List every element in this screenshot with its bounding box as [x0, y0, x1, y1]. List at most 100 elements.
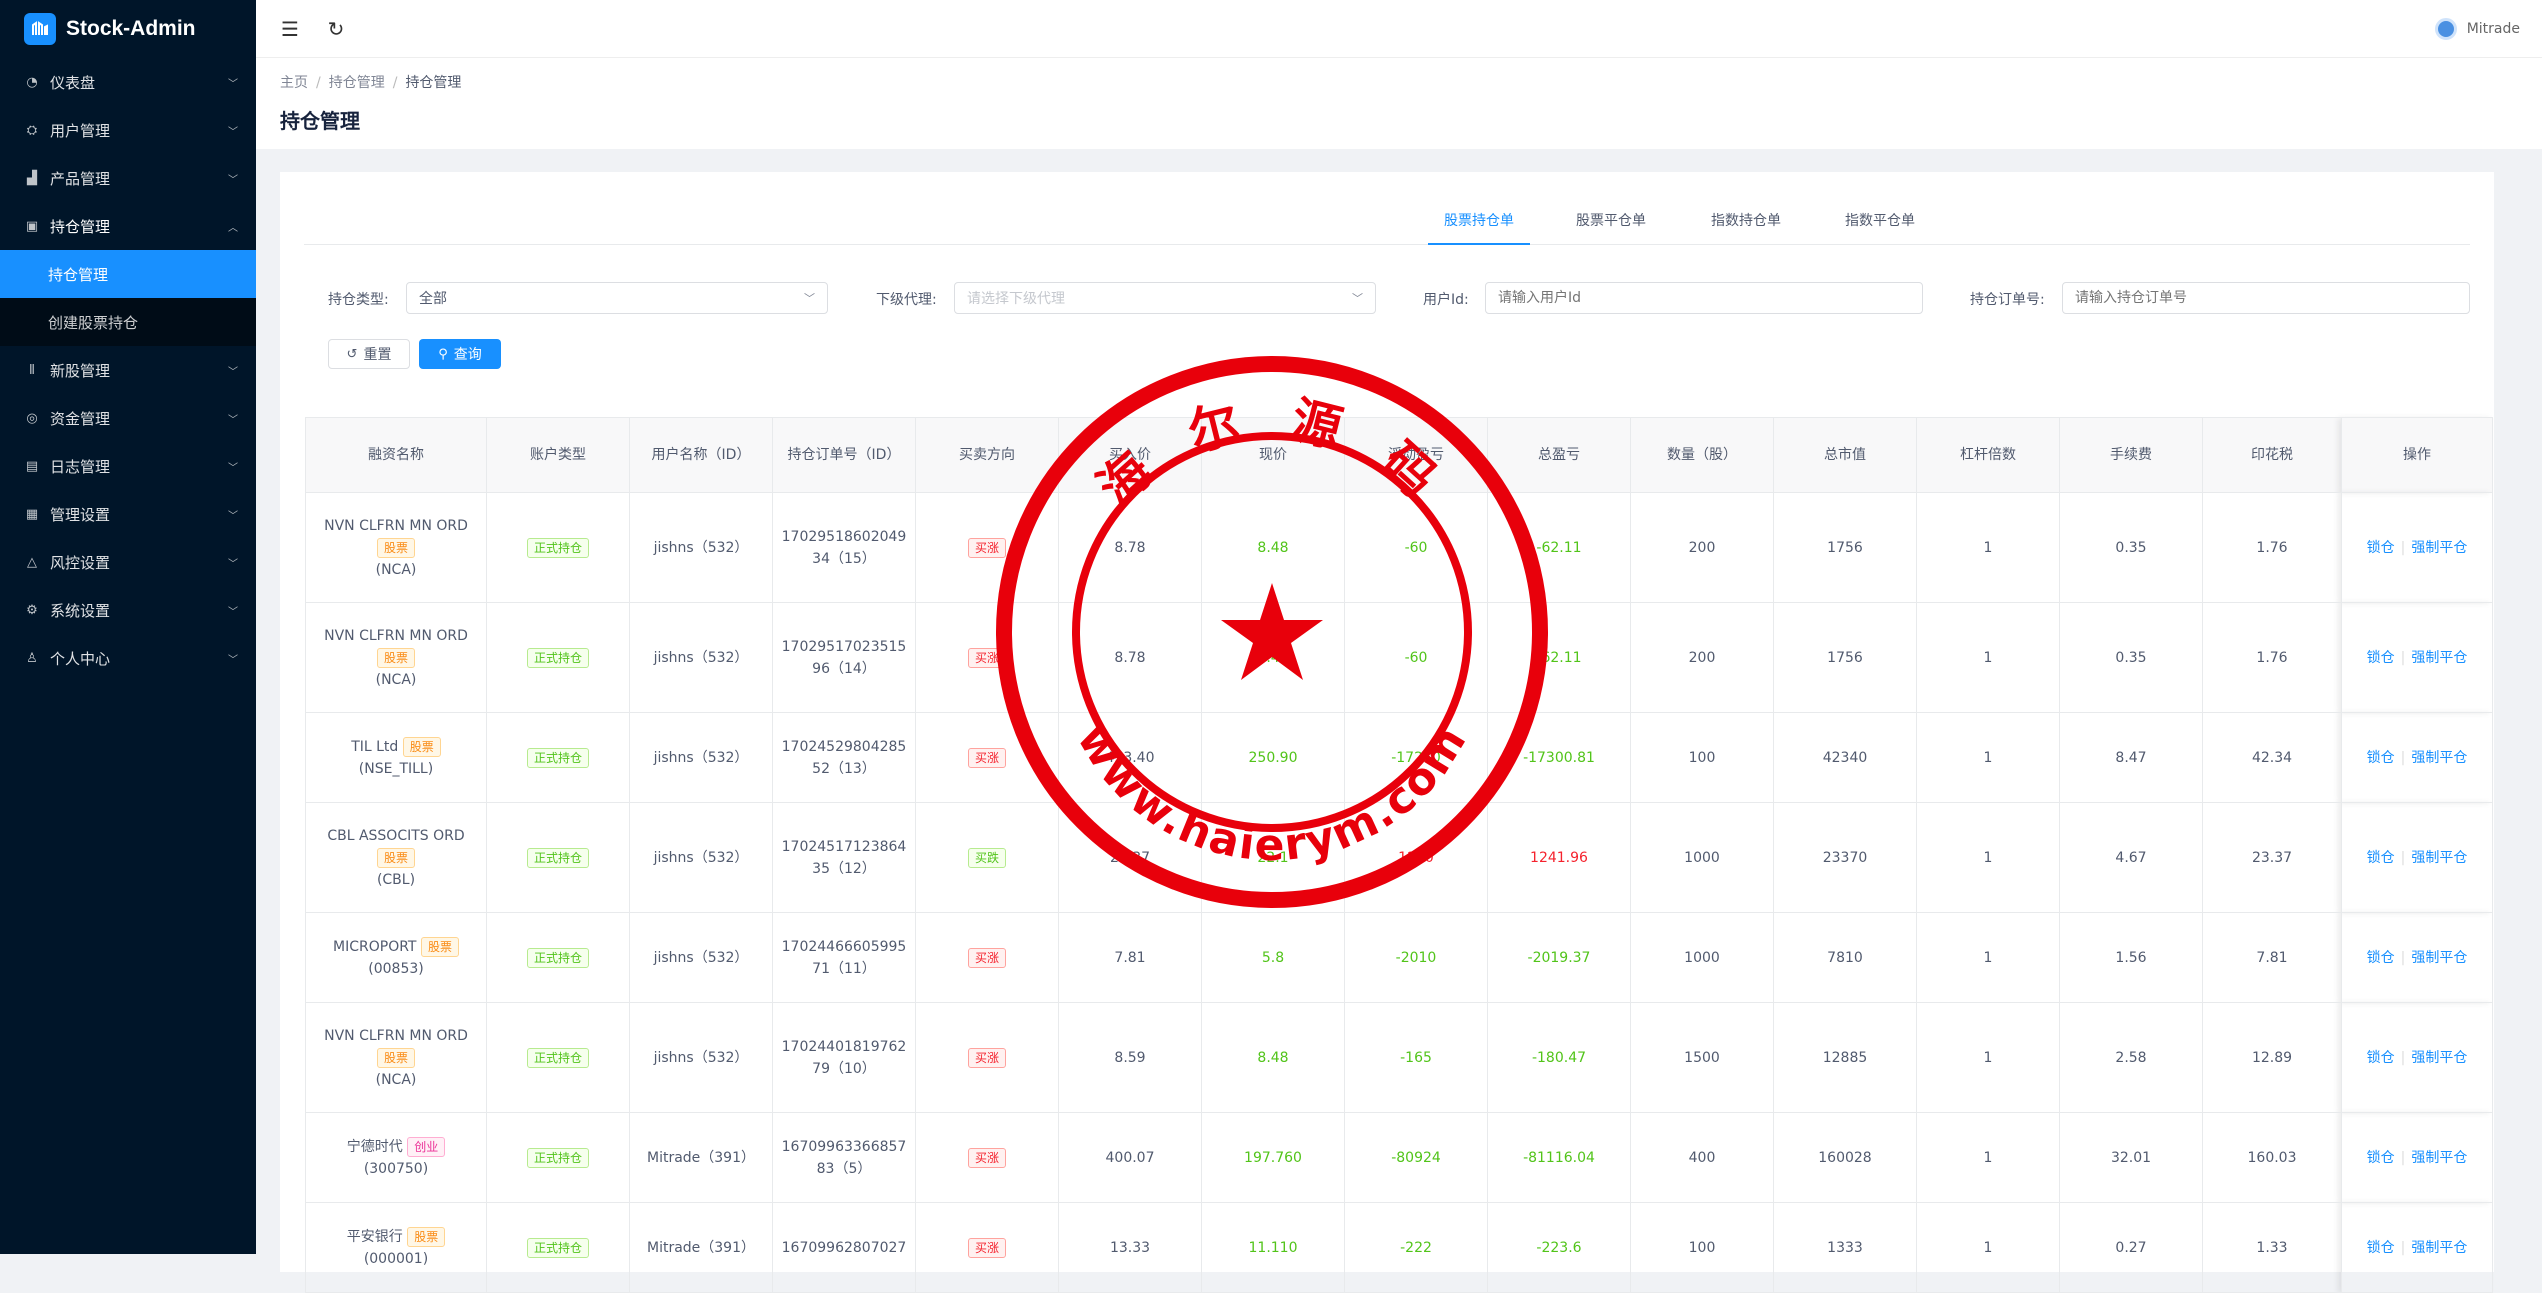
sidebar-item-gear[interactable]: ⚙ 系统设置 ﹀ [0, 586, 256, 634]
table-row[interactable]: NVN CLFRN MN ORD 股票 (NCA) 正式持仓 jishns（532） 1… [305, 492, 2493, 603]
lock-position-link[interactable]: 锁仓 [2367, 1150, 2395, 1166]
cell-acct: 正式持仓 [486, 1002, 630, 1113]
cell-dir: 买涨 [915, 712, 1059, 803]
cell-fee: 1.56 [2059, 912, 2203, 1003]
cell-name: NVN CLFRN MN ORD 股票 (NCA) [305, 492, 487, 603]
content-card: 股票持仓单 股票平仓单 指数持仓单 指数平仓单 持仓类型: 全部 ﹀ 下级代理: … [280, 172, 2494, 1293]
page-title: 持仓管理 [280, 109, 360, 133]
chevron-down-icon: ﹀ [228, 126, 238, 138]
account-type-tag: 正式持仓 [526, 1147, 589, 1168]
cell-fee: 0.27 [2059, 1202, 2203, 1293]
lock-position-link[interactable]: 锁仓 [2367, 1240, 2395, 1256]
cell-dir: 买涨 [915, 912, 1059, 1003]
positions-table: 融资名称 账户类型 用户名称（ID） 持仓订单号（ID） 买卖方向 买入价 现价 浮动盈亏 总盈… [305, 417, 2493, 1293]
dashboard-icon: ◔ [26, 74, 38, 90]
refresh-icon[interactable]: ↻ [324, 17, 348, 41]
tab-index-closed[interactable]: 指数平仓单 [1845, 210, 1915, 245]
table-row[interactable]: NVN CLFRN MN ORD 股票 (NCA) 正式持仓 jishns（532） 1… [305, 1002, 2493, 1113]
lock-position-link[interactable]: 锁仓 [2367, 540, 2395, 556]
tab-stock-positions[interactable]: 股票持仓单 [1428, 210, 1530, 245]
cell-dir: 买涨 [915, 492, 1059, 603]
tab-index-positions[interactable]: 指数持仓单 [1711, 210, 1781, 245]
sidebar-item-users[interactable]: ⛭ 用户管理 ﹀ [0, 106, 256, 154]
table-row[interactable]: MICROPORT 股票 (00853) 正式持仓 jishns（532） 170244… [305, 912, 2493, 1003]
cell-now: 8.48 [1201, 1002, 1345, 1113]
cell-buy: 8.78 [1058, 492, 1202, 603]
lock-position-link[interactable]: 锁仓 [2367, 1050, 2395, 1066]
sidebar-subitem[interactable]: 创建股票持仓 [0, 298, 256, 346]
cell-name: CBL ASSOCITS ORD 股票 (CBL) [305, 802, 487, 913]
cell-now: 11.110 [1201, 1202, 1345, 1293]
sidebar-item-user[interactable]: ♙ 个人中心 ﹀ [0, 634, 256, 682]
force-close-link[interactable]: 强制平仓 [2411, 650, 2467, 666]
app-logo[interactable]: Stock-Admin [0, 0, 256, 58]
cell-acct: 正式持仓 [486, 912, 630, 1003]
cell-buy: 8.78 [1058, 602, 1202, 713]
force-close-link[interactable]: 强制平仓 [2411, 540, 2467, 556]
cell-qty: 100 [1630, 712, 1774, 803]
reset-icon: ↺ [346, 346, 358, 362]
sidebar-item-ipo[interactable]: ⦀ 新股管理 ﹀ [0, 346, 256, 394]
cell-actions: 锁仓 | 强制平仓 [2341, 1002, 2493, 1113]
table-row[interactable]: CBL ASSOCITS ORD 股票 (CBL) 正式持仓 jishns（532） 1… [305, 802, 2493, 913]
force-close-link[interactable]: 强制平仓 [2411, 1240, 2467, 1256]
sidebar-item-position[interactable]: ▣ 持仓管理 ︿ [0, 202, 256, 250]
cell-float: -17250 [1344, 712, 1488, 803]
column-header: 现价 [1201, 417, 1345, 493]
sidebar-item-money[interactable]: ◎ 资金管理 ﹀ [0, 394, 256, 442]
breadcrumb-home[interactable]: 主页 [280, 75, 308, 91]
cell-total: -62.11 [1487, 602, 1631, 713]
search-button[interactable]: ⚲ 查询 [419, 339, 501, 369]
ipo-icon: ⦀ [29, 362, 35, 378]
cell-buy: 7.81 [1058, 912, 1202, 1003]
cell-tax: 160.03 [2202, 1112, 2342, 1203]
lock-position-link[interactable]: 锁仓 [2367, 650, 2395, 666]
cell-fee: 4.67 [2059, 802, 2203, 913]
cell-buy: 23.37 [1058, 802, 1202, 913]
reset-button[interactable]: ↺ 重置 [328, 339, 410, 369]
sidebar-item-settings-grid[interactable]: ▦ 管理设置 ﹀ [0, 490, 256, 538]
lock-position-link[interactable]: 锁仓 [2367, 950, 2395, 966]
account-type-tag: 正式持仓 [526, 847, 589, 868]
order-no-input[interactable] [2062, 282, 2470, 314]
chevron-down-icon: ﹀ [228, 462, 238, 474]
sidebar-item-warning[interactable]: △ 风控设置 ﹀ [0, 538, 256, 586]
user-menu[interactable]: Mitrade [2434, 17, 2520, 40]
chevron-down-icon: ﹀ [228, 654, 238, 666]
breadcrumb-section[interactable]: 持仓管理 [329, 75, 385, 91]
cell-user: jishns（532） [629, 912, 773, 1003]
sidebar-item-chart[interactable]: ▟ 产品管理 ﹀ [0, 154, 256, 202]
user-id-input[interactable] [1485, 282, 1923, 314]
cell-total: -17300.81 [1487, 712, 1631, 803]
user-icon: ♙ [26, 650, 38, 666]
cell-mv: 7810 [1773, 912, 1917, 1003]
cell-name: 平安银行 股票 (000001) [305, 1202, 487, 1293]
reset-label: 重置 [363, 347, 392, 363]
force-close-link[interactable]: 强制平仓 [2411, 850, 2467, 866]
column-header: 数量（股） [1630, 417, 1774, 493]
position-type-select[interactable]: 全部 ﹀ [406, 282, 828, 314]
table-row[interactable]: NVN CLFRN MN ORD 股票 (NCA) 正式持仓 jishns（532） 1… [305, 602, 2493, 713]
force-close-link[interactable]: 强制平仓 [2411, 1150, 2467, 1166]
sidebar-item-log[interactable]: ▤ 日志管理 ﹀ [0, 442, 256, 490]
table-row[interactable]: 宁德时代 创业 (300750) 正式持仓 Mitrade（391） 167099633… [305, 1112, 2493, 1203]
agent-select[interactable]: 请选择下级代理 ﹀ [954, 282, 1376, 314]
menu-collapse-icon[interactable]: ☰ [278, 17, 302, 41]
sidebar-item-dashboard[interactable]: ◔ 仪表盘 ﹀ [0, 58, 256, 106]
force-close-link[interactable]: 强制平仓 [2411, 750, 2467, 766]
force-close-link[interactable]: 强制平仓 [2411, 950, 2467, 966]
lock-position-link[interactable]: 锁仓 [2367, 850, 2395, 866]
sidebar-item-label: 产品管理 [50, 169, 111, 188]
cell-order: 17024466605995 71（11） [772, 912, 916, 1003]
order-no-label: 持仓订单号: [1970, 292, 2045, 308]
sidebar-item-label: 风控设置 [50, 553, 111, 572]
tab-stock-closed[interactable]: 股票平仓单 [1576, 210, 1646, 245]
lock-position-link[interactable]: 锁仓 [2367, 750, 2395, 766]
position-type-label: 持仓类型: [328, 292, 389, 308]
force-close-link[interactable]: 强制平仓 [2411, 1050, 2467, 1066]
table-row[interactable]: TIL Ltd 股票 (NSE_TILL) 正式持仓 jishns（532） 17024… [305, 712, 2493, 803]
position-icon: ▣ [25, 218, 39, 234]
cell-tax: 1.33 [2202, 1202, 2342, 1293]
table-row[interactable]: 平安银行 股票 (000001) 正式持仓 Mitrade（391） 167099628… [305, 1202, 2493, 1293]
sidebar-subitem[interactable]: 持仓管理 [0, 250, 256, 298]
